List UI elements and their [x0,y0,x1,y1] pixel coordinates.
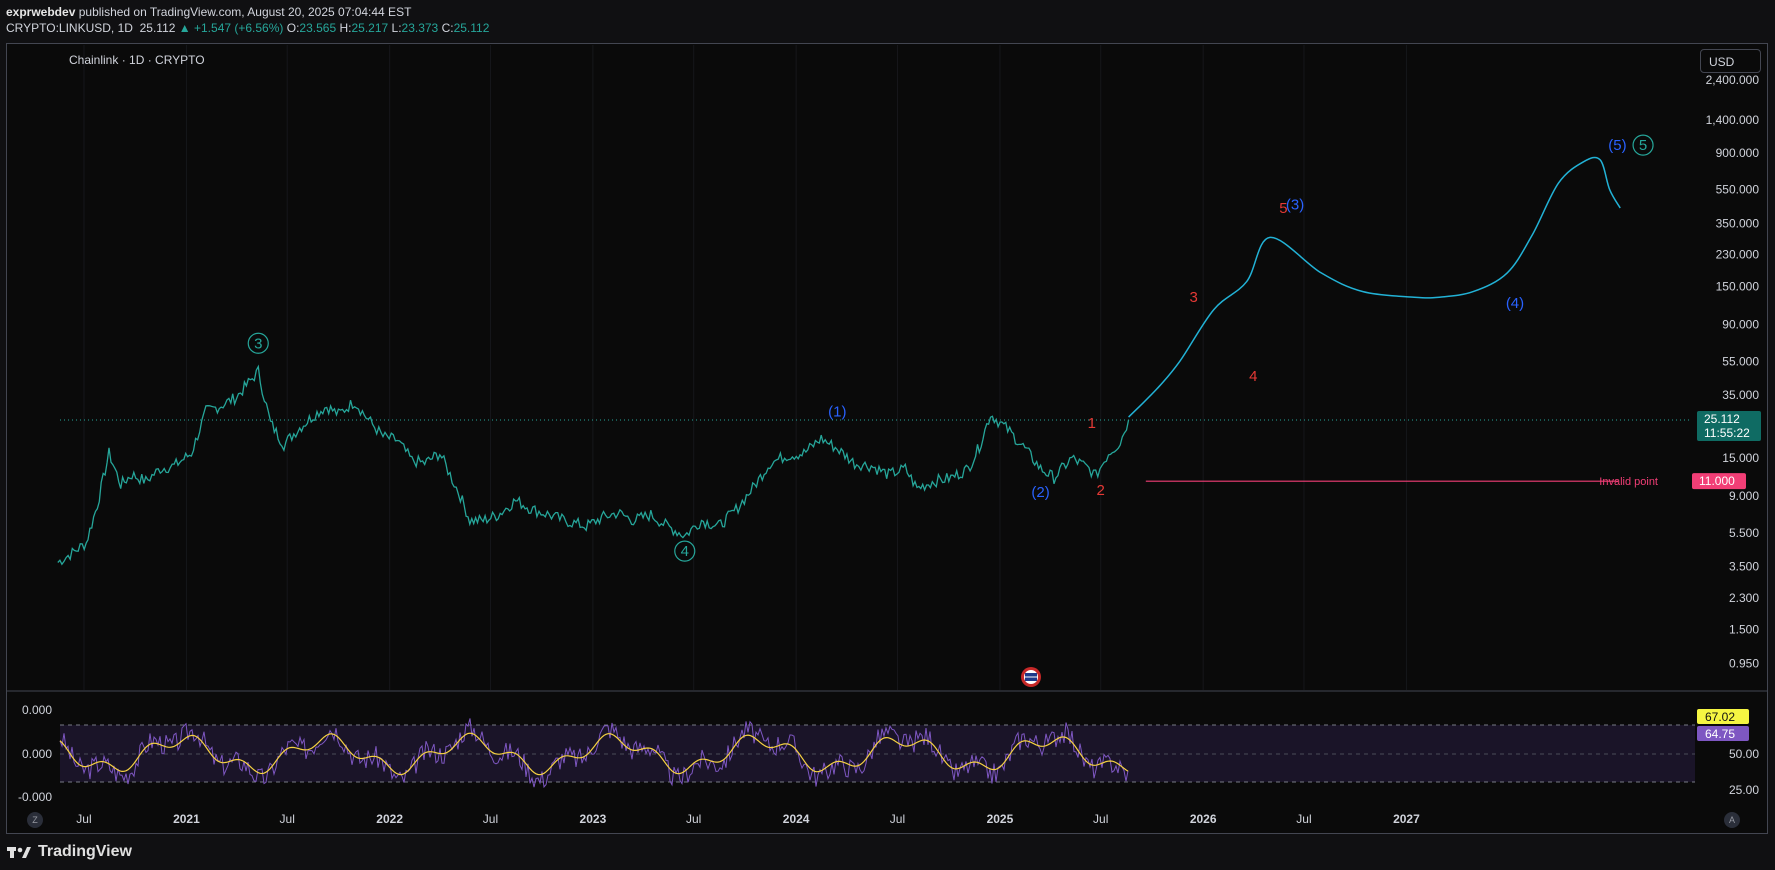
osc-right-tick: 25.00 [1729,783,1759,797]
wave-label: 2 [1097,482,1105,499]
wave-label: 3 [254,335,262,352]
price-badge-value: 25.112 [1704,412,1740,426]
chart-title: Chainlink · 1D · CRYPTO [69,53,205,67]
time-tick-label: 2027 [1393,812,1420,826]
time-tick-label: Jul [483,812,498,826]
auto-scale-button[interactable]: A [1724,812,1740,828]
time-tick-label: 2022 [376,812,403,826]
price-tick-label: 9.000 [1729,489,1759,503]
wave-label: 4 [681,543,689,560]
time-tick-label: 2024 [783,812,810,826]
time-tick-label: Jul [76,812,91,826]
zoom-reset-button[interactable]: Z [27,812,43,828]
time-tick-label: Jul [1296,812,1311,826]
footer-brand[interactable]: TradingView [38,843,132,861]
time-axis[interactable]: Jul 2021 Jul 2022 Jul 2023 Jul 2024 Jul 2025 Jul 20… [76,812,1420,826]
time-tick-label: Jul [890,812,905,826]
time-tick-label: 2023 [580,812,607,826]
price-tick-label: 350.000 [1716,216,1760,230]
wave-label: (1) [828,404,846,421]
wave-label: 1 [1088,415,1096,432]
currency-button[interactable]: USD [1700,49,1761,73]
osc-left-tick: 0.000 [22,747,52,761]
price-tick-label: 3.500 [1729,559,1759,573]
osc-badge-purple-text: 64.75 [1705,727,1735,741]
price-tick-label: 0.950 [1729,657,1759,671]
us-flag-icon[interactable] [1021,667,1041,687]
footer: TradingView [6,842,132,862]
chart-canvas[interactable]: Chainlink · 1D · CRYPTO 2,400.000 1,400.0… [0,0,1775,870]
price-tick-label: 1.500 [1729,623,1759,637]
osc-right-tick: 50.00 [1729,747,1759,761]
price-tick-label: 900.000 [1716,146,1760,160]
wave-label: 5 [1639,137,1647,154]
price-tick-label: 55.000 [1722,354,1759,368]
price-tick-label: 550.000 [1716,183,1760,197]
price-tick-label: 1,400.000 [1706,113,1760,127]
price-tick-label: 2.300 [1729,591,1759,605]
wave-label: 4 [1249,368,1257,385]
price-tick-label: 35.000 [1722,388,1759,402]
tradingview-logo-icon [7,847,31,858]
price-axis[interactable]: 2,400.000 1,400.000 900.000 550.000 350.000 2… [1706,73,1760,671]
osc-left-tick: 0.000 [22,703,52,717]
time-tick-label: 2026 [1190,812,1217,826]
wave-label: (2) [1031,484,1049,501]
invalid-value-text: 11.000 [1699,474,1735,488]
time-tick-label: Jul [686,812,701,826]
price-tick-label: 150.000 [1716,280,1760,294]
wave-label: (3) [1286,197,1304,214]
price-tick-label: 90.000 [1722,318,1759,332]
wave-label: 5 [1279,200,1287,217]
countdown-timer: 11:55:22 [1704,426,1750,440]
invalid-point-label: Invalid point [1599,476,1658,488]
wave-label: 3 [1190,289,1198,306]
price-tick-label: 5.500 [1729,526,1759,540]
time-tick-label: 2021 [173,812,200,826]
time-tick-label: Jul [1093,812,1108,826]
grid-lines [83,45,1407,690]
osc-badge-yellow-text: 67.02 [1705,710,1735,724]
time-tick-label: Jul [280,812,295,826]
osc-left-tick: -0.000 [18,790,52,804]
wave-label: (5) [1608,137,1626,154]
price-tick-label: 230.000 [1716,248,1760,262]
wave-label: (4) [1506,295,1524,312]
projection-curve[interactable] [1128,156,1621,418]
price-tick-label: 2,400.000 [1706,73,1760,87]
time-tick-label: 2025 [987,812,1014,826]
price-tick-label: 15.000 [1722,451,1759,465]
